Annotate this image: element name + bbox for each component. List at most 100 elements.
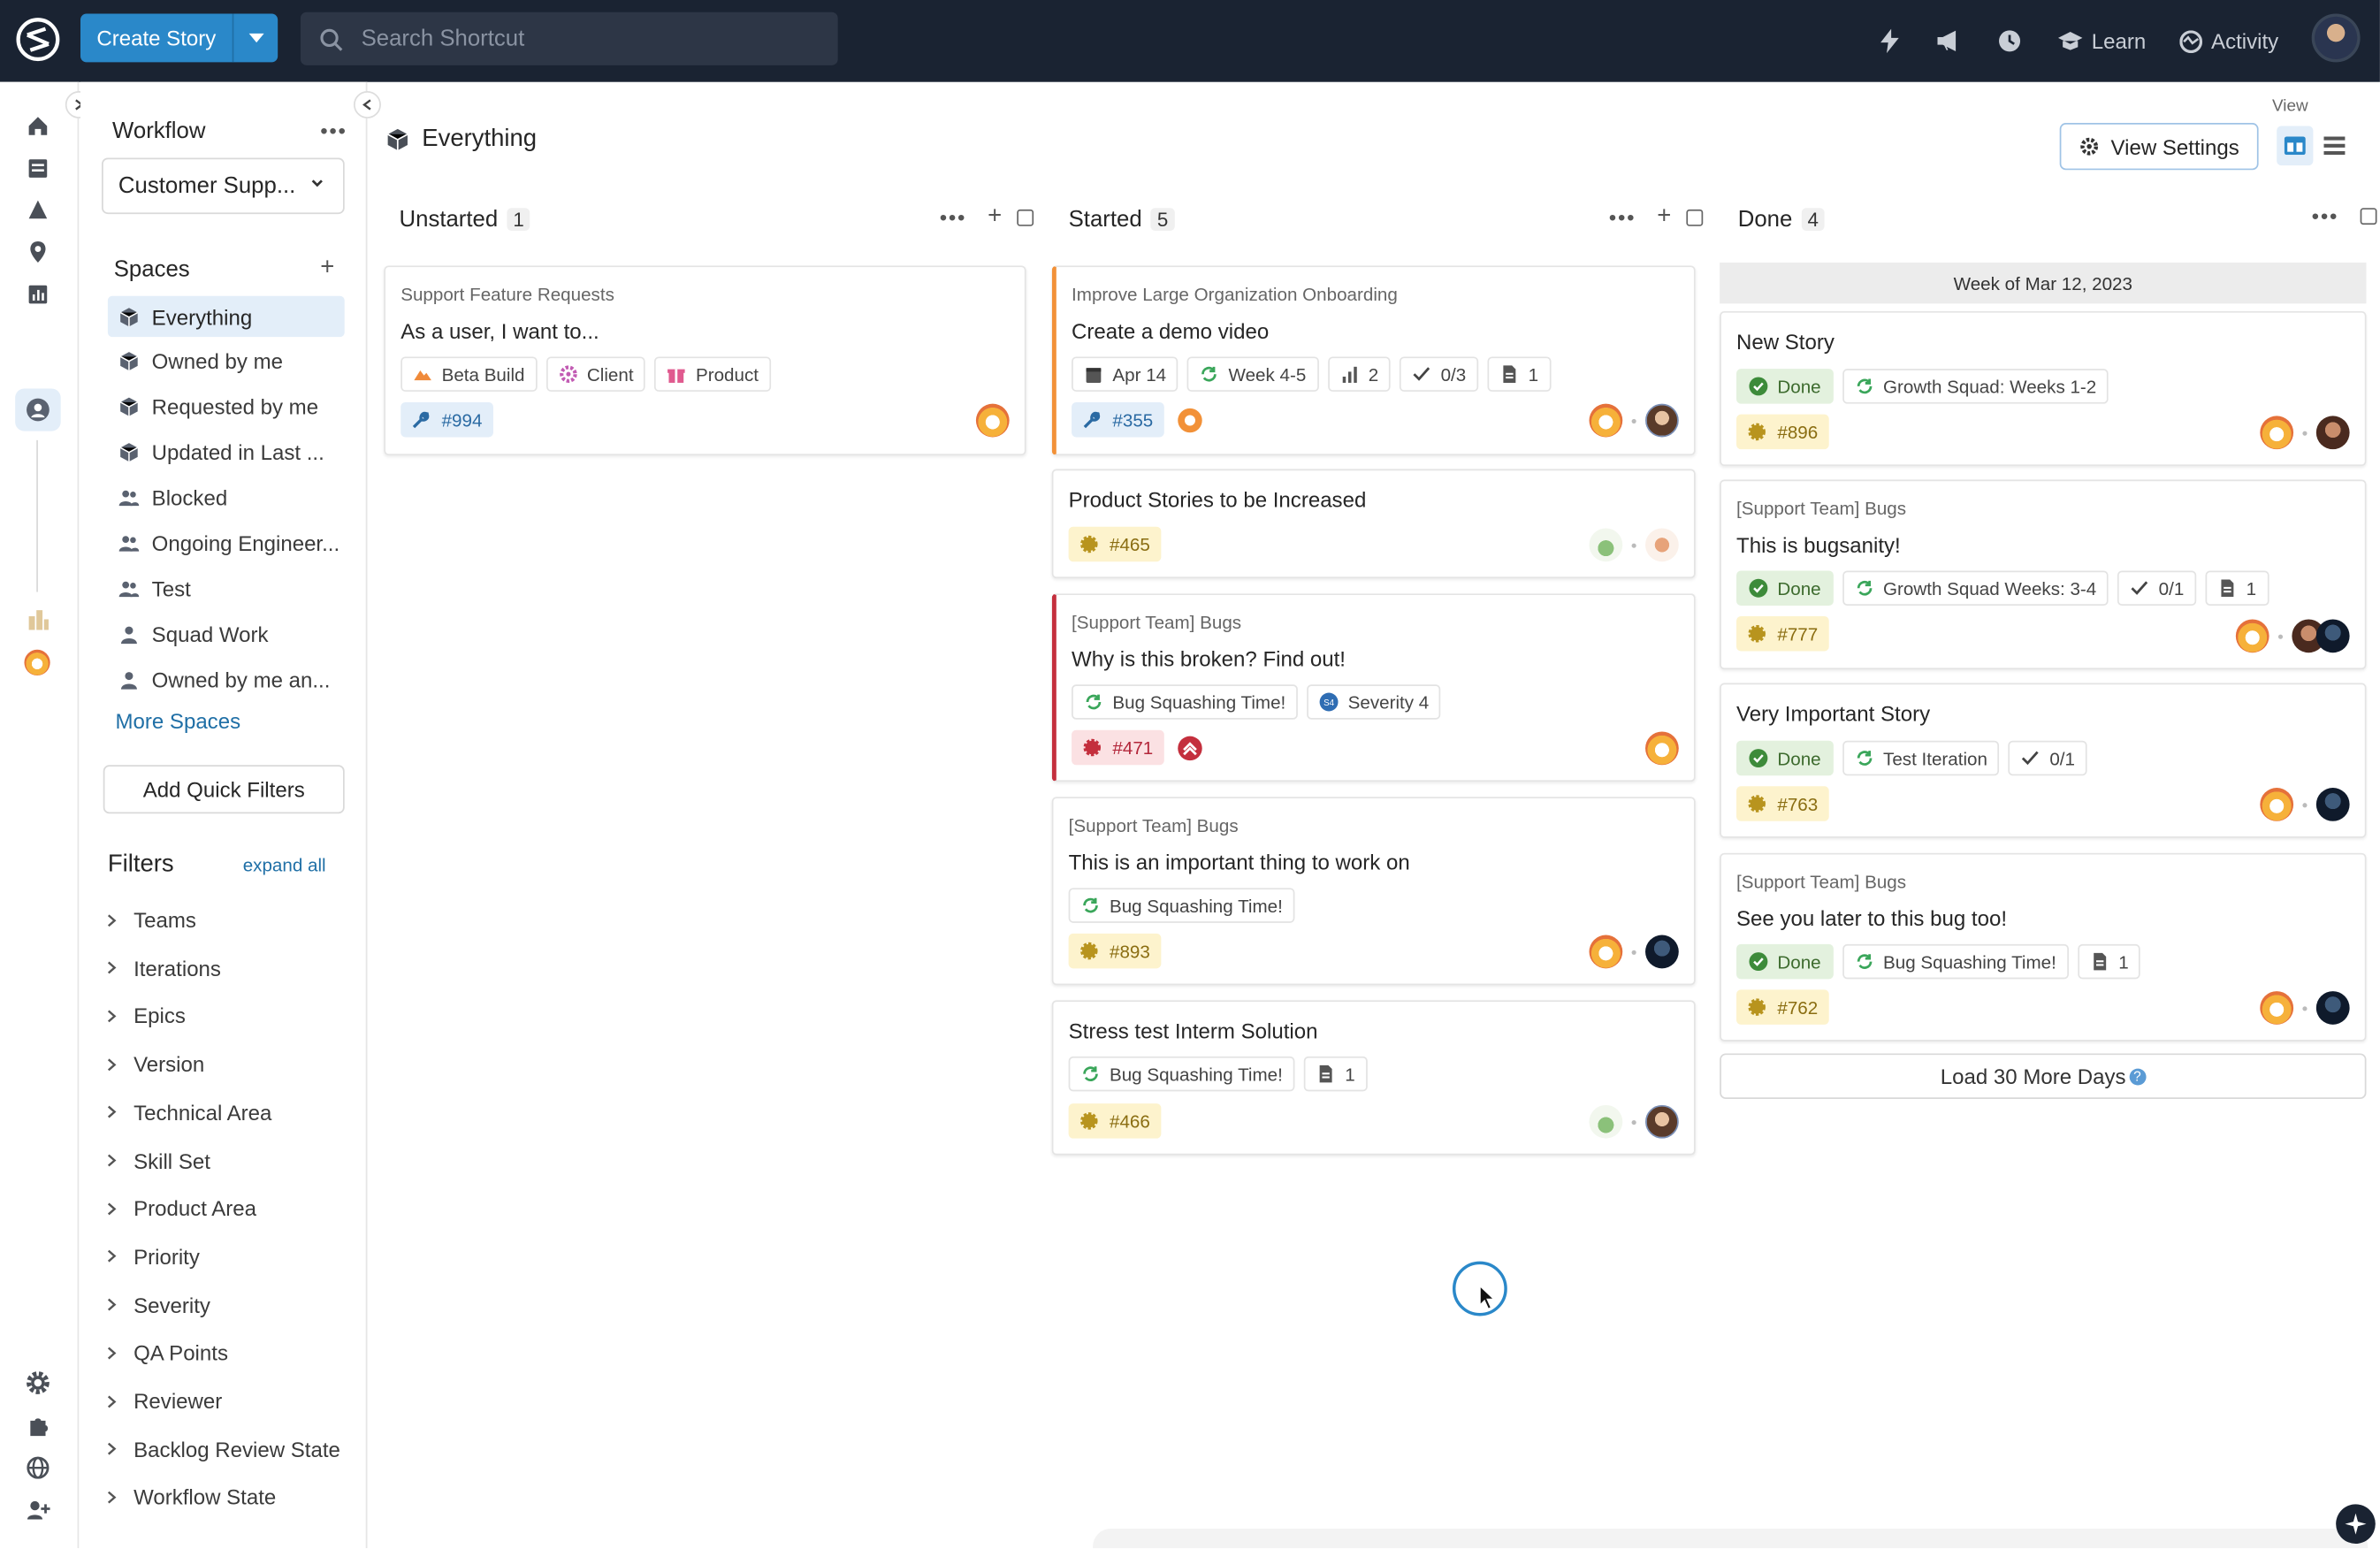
column-menu-button[interactable]: •••: [940, 205, 966, 229]
story-card[interactable]: Support Feature Requests As a user, I wa…: [384, 265, 1026, 456]
story-card[interactable]: Product Stories to be Increased #465: [1051, 469, 1696, 579]
iteration-pill[interactable]: Growth Squad Weeks: 3-4: [1842, 570, 2109, 607]
add-quick-filters-button[interactable]: Add Quick Filters: [103, 765, 345, 814]
workflow-state-pill[interactable]: Done: [1736, 369, 1834, 404]
list-view-toggle[interactable]: [2316, 126, 2353, 165]
owner-avatar[interactable]: [2260, 416, 2294, 450]
space-item[interactable]: Blocked: [108, 477, 345, 518]
story-card[interactable]: [Support Team] Bugs This is bugsanity! D…: [1720, 479, 2367, 670]
select-all-checkbox[interactable]: [1017, 209, 1034, 225]
history-clock-icon[interactable]: [1997, 29, 2021, 53]
filter-group[interactable]: Version: [106, 1052, 204, 1076]
learn-button[interactable]: Learn: [2057, 29, 2146, 53]
stories-icon[interactable]: [26, 156, 50, 180]
space-item[interactable]: Test: [108, 568, 345, 609]
card-epic[interactable]: [Support Team] Bugs: [1736, 498, 1906, 519]
story-id-badge[interactable]: #896: [1736, 414, 1829, 450]
owner-avatar[interactable]: [2315, 991, 2350, 1025]
story-card[interactable]: Stress test Interm Solution Bug Squashin…: [1051, 1000, 1696, 1156]
megaphone-icon[interactable]: [1937, 30, 1961, 52]
story-card[interactable]: Very Important Story Done Test Iteration…: [1720, 683, 2367, 838]
activity-button[interactable]: Activity: [2179, 29, 2278, 53]
workflow-select[interactable]: Customer Supp...: [102, 157, 345, 215]
owner-avatar[interactable]: [1645, 403, 1679, 438]
filter-group[interactable]: Skill Set: [106, 1148, 210, 1172]
due-date-pill[interactable]: Apr 14: [1072, 356, 1179, 392]
owner-avatar[interactable]: [1645, 1104, 1679, 1139]
search-input[interactable]: Search Shortcut: [300, 11, 838, 65]
filter-group[interactable]: Workflow State: [106, 1485, 276, 1509]
space-item[interactable]: Ongoing Engineer...: [108, 523, 345, 563]
owner-avatar[interactable]: [1645, 731, 1679, 766]
sidebar-more-menu[interactable]: •••: [320, 118, 347, 142]
expand-all-link[interactable]: expand all: [243, 855, 326, 876]
filter-group[interactable]: Epics: [106, 1003, 186, 1028]
filter-group[interactable]: Severity: [106, 1293, 210, 1316]
select-all-checkbox[interactable]: [1686, 209, 1704, 225]
docs-pill[interactable]: 1: [2205, 570, 2269, 607]
card-epic[interactable]: [Support Team] Bugs: [1069, 815, 1239, 836]
filter-group[interactable]: Product Area: [106, 1196, 256, 1221]
story-card[interactable]: New Story Done Growth Squad: Weeks 1-2 #…: [1720, 310, 2367, 467]
building-icon[interactable]: [26, 607, 50, 631]
owner-avatar[interactable]: [1589, 528, 1623, 562]
story-id-badge[interactable]: #355: [1072, 401, 1164, 438]
docs-pill[interactable]: 1: [2077, 943, 2141, 980]
filter-group[interactable]: Reviewer: [106, 1389, 222, 1413]
space-item[interactable]: Everything: [107, 295, 345, 338]
iteration-pill[interactable]: Growth Squad: Weeks 1-2: [1842, 369, 2109, 404]
load-more-days-button[interactable]: Load 30 More Days ?: [1720, 1053, 2367, 1099]
severity-pill[interactable]: S4 Severity 4: [1307, 684, 1441, 720]
owner-avatar[interactable]: [2260, 788, 2294, 821]
filter-group[interactable]: Teams: [106, 908, 196, 932]
more-spaces-link[interactable]: More Spaces: [115, 709, 240, 733]
space-item[interactable]: Squad Work: [108, 614, 345, 654]
space-item[interactable]: Owned by me an...: [108, 659, 345, 699]
owner-avatar[interactable]: [2315, 619, 2350, 653]
kanban-view-toggle[interactable]: [2277, 126, 2314, 166]
tasks-pill[interactable]: 0/1: [2117, 570, 2197, 607]
owner-avatar[interactable]: [975, 403, 1010, 438]
home-icon[interactable]: [26, 114, 50, 138]
workflow-state-pill[interactable]: Done: [1736, 943, 1834, 980]
story-card[interactable]: Improve Large Organization Onboarding Cr…: [1051, 265, 1696, 456]
integrations-puzzle-icon[interactable]: [26, 1413, 50, 1437]
docs-pill[interactable]: 1: [1303, 1056, 1368, 1092]
story-card[interactable]: [Support Team] Bugs Why is this broken? …: [1051, 593, 1696, 782]
iteration-pill[interactable]: Bug Squashing Time!: [1068, 1056, 1295, 1092]
card-epic[interactable]: [Support Team] Bugs: [1736, 871, 1906, 892]
story-id-badge[interactable]: #763: [1736, 786, 1829, 821]
story-id-badge[interactable]: #777: [1736, 616, 1829, 652]
owner-avatar[interactable]: [2315, 788, 2350, 821]
filter-group[interactable]: QA Points: [106, 1340, 228, 1365]
user-avatar[interactable]: [2311, 13, 2361, 63]
lightning-icon[interactable]: [1879, 28, 1900, 54]
space-item[interactable]: Updated in Last ...: [108, 432, 345, 473]
owner-avatar[interactable]: [1645, 528, 1679, 562]
owner-avatar[interactable]: [1645, 935, 1679, 969]
help-fab-button[interactable]: [2336, 1504, 2376, 1544]
owner-avatar[interactable]: [2260, 991, 2294, 1025]
story-card[interactable]: [Support Team] Bugs This is an important…: [1051, 797, 1696, 986]
story-id-badge[interactable]: #465: [1068, 526, 1161, 562]
team-rail-item-active[interactable]: [15, 388, 61, 431]
owner-avatar[interactable]: [1589, 935, 1623, 969]
globe-icon[interactable]: [26, 1455, 50, 1479]
select-all-checkbox[interactable]: [2360, 207, 2377, 225]
filter-group[interactable]: Backlog Review State: [106, 1437, 340, 1461]
story-id-badge[interactable]: #471: [1072, 729, 1164, 766]
map-pin-icon[interactable]: [26, 240, 50, 263]
mascot-avatar-icon[interactable]: [24, 649, 50, 675]
owner-avatar[interactable]: [1589, 403, 1623, 438]
workflow-state-pill[interactable]: Done: [1736, 570, 1834, 607]
tasks-pill[interactable]: 0/1: [2008, 740, 2087, 776]
column-menu-button[interactable]: •••: [2312, 203, 2338, 227]
epics-icon[interactable]: [26, 197, 50, 221]
workflow-state-pill[interactable]: Done: [1736, 740, 1834, 776]
owner-avatar[interactable]: [1589, 1104, 1623, 1139]
create-dropdown-button[interactable]: [232, 13, 278, 63]
reports-icon[interactable]: [26, 282, 50, 306]
label-pill[interactable]: Beta Build: [400, 356, 538, 392]
priority-high-icon[interactable]: [1176, 734, 1203, 761]
priority-circle-icon[interactable]: [1176, 406, 1203, 433]
